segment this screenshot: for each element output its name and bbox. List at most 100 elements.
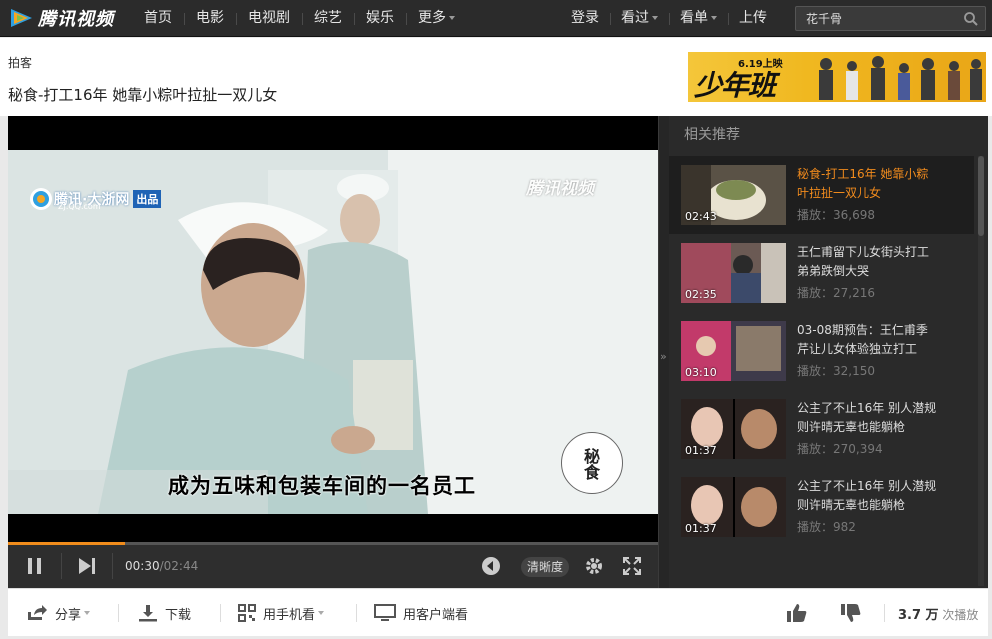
progress-bar[interactable]	[8, 542, 658, 545]
duration-badge: 02:43	[685, 210, 717, 223]
client-watch-label: 用客户端看	[403, 607, 469, 623]
client-watch-button[interactable]: 用客户端看	[374, 589, 468, 637]
chevron-down-icon	[84, 611, 91, 615]
settings-gear-icon[interactable]	[583, 555, 605, 577]
play-count: 播放：27,216	[797, 286, 875, 300]
related-video-title[interactable]: 公主了不止16年 别人潜规则许晴无辜也能躺枪	[797, 477, 937, 515]
divider	[118, 604, 119, 622]
list-item[interactable]: 01:37 公主了不止16年 别人潜规则许晴无辜也能躺枪 播放：982	[669, 468, 974, 546]
related-video-title[interactable]: 03-08期预告：王仁甫季芹让儿女体验独立打工	[797, 321, 937, 359]
next-icon[interactable]	[76, 555, 98, 577]
qq-logo-icon	[30, 188, 52, 210]
action-bar: 分享 下载 用手机看 用客户端看 3.7 万 次播放	[8, 588, 988, 636]
tencent-video-logo[interactable]: 腾讯视频	[8, 6, 114, 30]
video-thumbnail[interactable]: 03:10	[681, 321, 786, 381]
watchlist-label: 看单	[680, 10, 708, 26]
sidebar-title: 相关推荐	[684, 127, 740, 143]
total-play-count: 3.7 万 次播放	[898, 604, 978, 623]
current-time: 00:30	[125, 559, 160, 573]
nav-movie[interactable]: 电影	[184, 0, 236, 37]
main-nav: 首页 电影 电视剧 综艺 娱乐 更多	[132, 0, 467, 37]
page-title: 秘食-打工16年 她靠小粽叶拉扯一双儿女	[8, 86, 278, 104]
nav-tv[interactable]: 电视剧	[236, 0, 302, 37]
duration-badge: 03:10	[685, 366, 717, 379]
thumbs-up-icon	[787, 604, 807, 622]
fullscreen-icon[interactable]	[621, 555, 643, 577]
dislike-button[interactable]	[840, 589, 869, 637]
list-item[interactable]: 03:10 03-08期预告：王仁甫季芹让儿女体验独立打工 播放：32,150	[669, 312, 974, 390]
banner-cast-image	[819, 56, 982, 100]
watermark-producer: 腾讯·大浙网 出品 ZJ.QQ.com	[28, 186, 162, 212]
volume-icon[interactable]	[480, 555, 502, 577]
nav-more-label: 更多	[418, 10, 446, 26]
video-thumbnail[interactable]: 02:35	[681, 243, 786, 303]
share-button[interactable]: 分享	[26, 589, 91, 637]
nav-more[interactable]: 更多	[406, 0, 467, 37]
video-subtitle: 成为五味和包装车间的一名员工	[168, 473, 476, 498]
video-player[interactable]: 腾讯·大浙网 出品 ZJ.QQ.com 腾讯视频 秘食 成为五味和包装车间的一名…	[8, 116, 658, 588]
search-icon[interactable]	[963, 11, 979, 27]
chevron-down-icon	[652, 16, 658, 20]
user-nav: 登录 看过 看单 上传	[560, 0, 778, 37]
play-logo-icon	[8, 7, 34, 29]
watermark-tencent: 腾讯视频	[526, 174, 594, 199]
logo-text: 腾讯视频	[38, 9, 114, 30]
pause-icon[interactable]	[24, 555, 46, 577]
nav-home[interactable]: 首页	[132, 0, 184, 37]
thumbs-down-icon	[841, 604, 861, 622]
history-label: 看过	[621, 10, 649, 26]
time-display: 00:30/02:44	[125, 559, 198, 573]
search-input[interactable]	[796, 7, 956, 30]
video-frame[interactable]: 腾讯·大浙网 出品 ZJ.QQ.com 腾讯视频 秘食 成为五味和包装车间的一名…	[8, 150, 658, 514]
nav-entertainment[interactable]: 娱乐	[354, 0, 406, 37]
share-label: 分享	[55, 607, 82, 623]
sidebar-scrollbar[interactable]	[978, 156, 984, 586]
play-count: 播放：36,698	[797, 208, 875, 222]
download-icon	[139, 605, 157, 622]
history-link[interactable]: 看过	[610, 0, 669, 37]
ad-banner[interactable]: 6.19上映 少年班	[688, 52, 986, 102]
video-thumbnail[interactable]: 02:43	[681, 165, 786, 225]
seal-text: 秘食	[584, 447, 601, 482]
divider	[356, 604, 357, 622]
search-box	[795, 6, 986, 31]
download-label: 下载	[165, 607, 192, 623]
quality-button[interactable]: 清晰度	[521, 557, 570, 577]
watermark-right-text: 腾讯视频	[526, 179, 594, 199]
chevron-down-icon	[318, 611, 325, 615]
video-thumbnail[interactable]: 01:37	[681, 399, 786, 459]
double-chevron-right-icon: »	[660, 350, 667, 363]
list-item[interactable]: 01:37 公主了不止16年 别人潜规则许晴无辜也能躺枪 播放：270,394	[669, 390, 974, 468]
related-video-title[interactable]: 王仁甫留下儿女街头打工 弟弟跌倒大哭	[797, 243, 937, 281]
like-button[interactable]	[786, 589, 815, 637]
upload-link[interactable]: 上传	[728, 0, 778, 37]
progress-fill	[8, 542, 125, 545]
play-count-suffix: 次播放	[942, 608, 979, 622]
mobile-watch-button[interactable]: 用手机看	[238, 589, 325, 637]
login-link[interactable]: 登录	[560, 0, 610, 37]
list-item[interactable]: 02:35 王仁甫留下儿女街头打工 弟弟跌倒大哭 播放：27,216	[669, 234, 974, 312]
seal-logo: 秘食	[561, 432, 623, 494]
scrollbar-thumb[interactable]	[978, 156, 984, 236]
video-thumbnail[interactable]: 01:37	[681, 477, 786, 537]
download-button[interactable]: 下载	[138, 589, 191, 637]
play-count: 播放：270,394	[797, 442, 883, 456]
watermark-sub: ZJ.QQ.com	[58, 202, 101, 211]
related-video-title[interactable]: 公主了不止16年 别人潜规则许晴无辜也能躺枪	[797, 399, 937, 437]
play-count: 播放：982	[797, 520, 856, 534]
related-video-title[interactable]: 秘食-打工16年 她靠小粽叶拉扯一双儿女	[797, 165, 937, 203]
breadcrumb[interactable]: 拍客	[8, 54, 32, 71]
player-controls: 00:30/02:44 清晰度	[8, 542, 658, 588]
sidebar-toggle[interactable]: »	[658, 116, 669, 588]
chevron-down-icon	[449, 16, 455, 20]
mobile-watch-label: 用手机看	[263, 607, 316, 623]
watchlist-link[interactable]: 看单	[669, 0, 728, 37]
play-count: 播放：32,150	[797, 364, 875, 378]
monitor-icon	[374, 604, 396, 621]
qr-code-icon	[238, 604, 256, 622]
divider	[220, 604, 221, 622]
list-item[interactable]: 02:43 秘食-打工16年 她靠小粽叶拉扯一双儿女 播放：36,698	[669, 156, 974, 234]
divider	[884, 604, 885, 622]
controls-divider	[112, 553, 113, 579]
nav-variety[interactable]: 综艺	[302, 0, 354, 37]
